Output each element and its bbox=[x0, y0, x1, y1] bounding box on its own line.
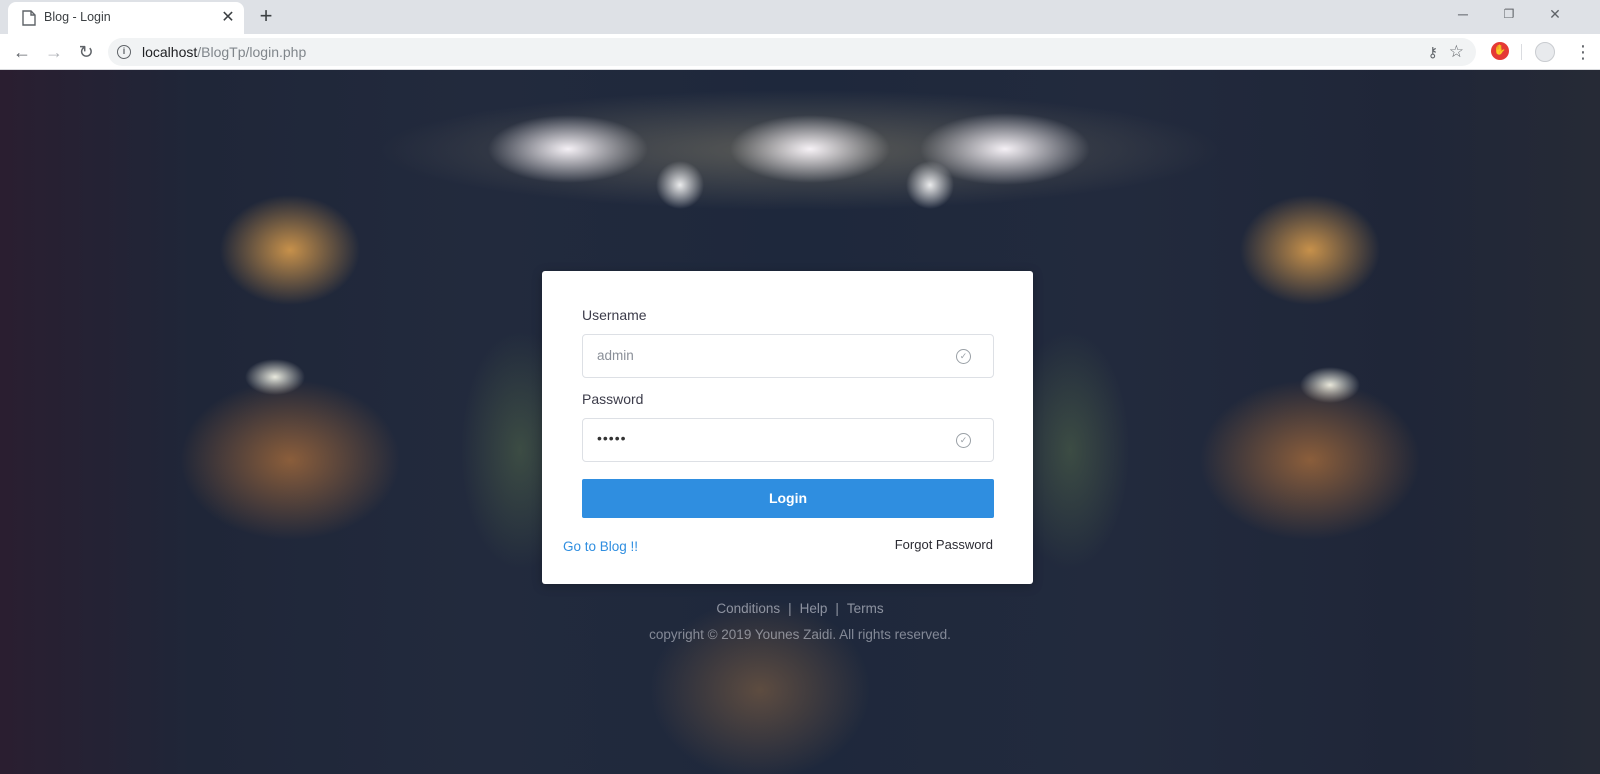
check-circle-icon: ✓ bbox=[956, 433, 971, 448]
profile-avatar[interactable] bbox=[1535, 42, 1555, 62]
window-close-button[interactable]: ✕ bbox=[1532, 0, 1578, 30]
footer-separator: | bbox=[788, 601, 792, 616]
footer-separator: | bbox=[835, 601, 839, 616]
browser-toolbar: ← → ↻ i localhost/BlogTp/login.php ⚷ ☆ bbox=[0, 34, 1600, 70]
toolbar-divider bbox=[1521, 44, 1522, 60]
password-value: ••••• bbox=[597, 430, 627, 446]
forgot-password-link[interactable]: Forgot Password bbox=[895, 537, 993, 552]
go-to-blog-link[interactable]: Go to Blog !! bbox=[563, 539, 638, 554]
help-link[interactable]: Help bbox=[800, 601, 828, 616]
menu-icon[interactable]: ⋮ bbox=[1574, 40, 1592, 64]
conditions-link[interactable]: Conditions bbox=[716, 601, 780, 616]
check-circle-icon: ✓ bbox=[956, 349, 971, 364]
reload-icon[interactable]: ↻ bbox=[72, 38, 100, 66]
username-value: admin bbox=[597, 348, 634, 363]
site-info-icon[interactable]: i bbox=[117, 45, 131, 59]
forward-icon[interactable]: → bbox=[40, 38, 68, 66]
page-icon bbox=[22, 10, 36, 26]
restore-button[interactable]: ❐ bbox=[1486, 0, 1532, 30]
browser-tabstrip: Blog - Login ✕ + ─ ❐ ✕ bbox=[0, 0, 1600, 34]
address-bar[interactable]: i localhost/BlogTp/login.php ⚷ ☆ bbox=[108, 38, 1476, 66]
page-background: Username admin ✓ Password ••••• ✓ Login … bbox=[0, 70, 1600, 774]
password-input[interactable]: ••••• ✓ bbox=[582, 418, 994, 462]
bookmark-star-icon[interactable]: ☆ bbox=[1449, 42, 1464, 62]
new-tab-button[interactable]: + bbox=[254, 5, 278, 29]
password-label: Password bbox=[582, 391, 644, 407]
footer-links: Conditions | Help | Terms bbox=[0, 601, 1600, 616]
key-icon[interactable]: ⚷ bbox=[1428, 44, 1438, 61]
minimize-button[interactable]: ─ bbox=[1440, 0, 1486, 30]
login-button[interactable]: Login bbox=[582, 479, 994, 518]
username-input[interactable]: admin ✓ bbox=[582, 334, 994, 378]
url-path: /BlogTp/login.php bbox=[197, 44, 307, 60]
adblock-extension-icon[interactable]: ✋ bbox=[1491, 42, 1509, 60]
url-text[interactable]: localhost/BlogTp/login.php bbox=[142, 44, 306, 60]
tab-title: Blog - Login bbox=[44, 10, 111, 24]
copyright-text: copyright © 2019 Younes Zaidi. All right… bbox=[649, 627, 951, 642]
browser-tab[interactable]: Blog - Login ✕ bbox=[8, 2, 244, 34]
username-label: Username bbox=[582, 307, 647, 323]
tab-close-icon[interactable]: ✕ bbox=[218, 8, 238, 28]
terms-link[interactable]: Terms bbox=[847, 601, 884, 616]
back-icon[interactable]: ← bbox=[8, 38, 36, 66]
url-host: localhost bbox=[142, 44, 198, 60]
login-card: Username admin ✓ Password ••••• ✓ Login … bbox=[542, 271, 1033, 584]
